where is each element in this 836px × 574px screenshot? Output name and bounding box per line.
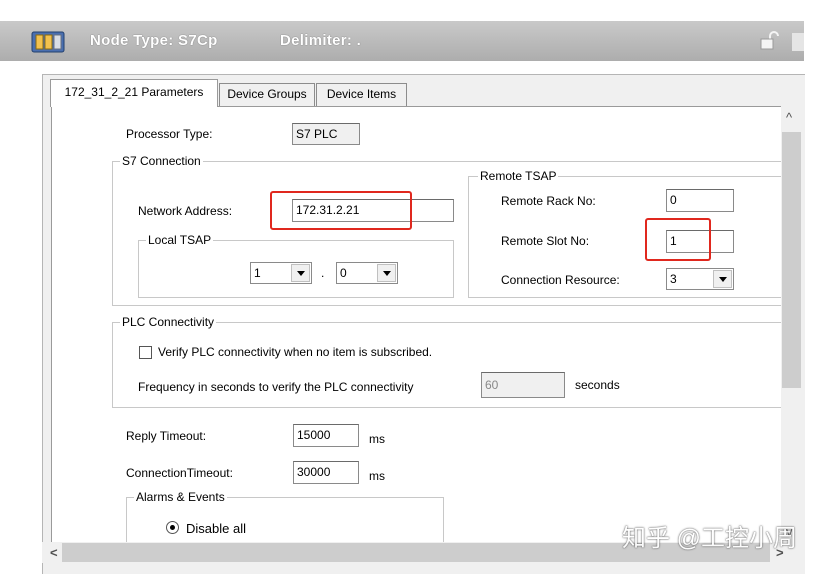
toolbar-icon[interactable] — [792, 33, 804, 51]
tab-device-items[interactable]: Device Items — [316, 83, 407, 106]
highlight-remote-slot — [645, 218, 711, 261]
connection-timeout-label: ConnectionTimeout: — [126, 466, 233, 480]
reply-timeout-unit: ms — [369, 432, 385, 446]
chevron-down-icon[interactable] — [713, 270, 732, 288]
connection-resource-value: 3 — [670, 272, 677, 286]
frequency-unit: seconds — [575, 378, 620, 392]
disable-all-radio[interactable] — [166, 521, 179, 534]
local-slot-select[interactable]: 0 — [336, 262, 398, 284]
scroll-up-icon[interactable]: ^ — [786, 110, 792, 125]
s7-connection-title: S7 Connection — [120, 154, 203, 168]
scroll-left-icon[interactable]: < — [50, 545, 58, 560]
local-rack-value: 1 — [254, 266, 261, 280]
watermark-text: 知乎 @工控小周 — [622, 525, 798, 552]
local-slot-value: 0 — [340, 266, 347, 280]
processor-type-label: Processor Type: — [126, 127, 213, 141]
connection-timeout-input[interactable]: 30000 — [293, 461, 359, 484]
chevron-down-icon[interactable] — [291, 264, 310, 282]
connection-resource-select[interactable]: 3 — [666, 268, 734, 290]
verify-connectivity-checkbox[interactable] — [139, 346, 152, 359]
highlight-network-address — [270, 191, 412, 230]
delimiter-title: Delimiter: . — [280, 32, 362, 49]
network-address-label: Network Address: — [138, 204, 233, 218]
plc-connectivity-title: PLC Connectivity — [120, 315, 217, 329]
chevron-down-icon[interactable] — [377, 264, 396, 282]
connection-timeout-unit: ms — [369, 469, 385, 483]
local-rack-select[interactable]: 1 — [250, 262, 312, 284]
frequency-label: Frequency in seconds to verify the PLC c… — [138, 380, 414, 394]
remote-slot-label: Remote Slot No: — [501, 234, 590, 248]
plc-connectivity-group — [112, 322, 784, 408]
lock-icon[interactable] — [759, 31, 779, 51]
tab-device-groups[interactable]: Device Groups — [219, 83, 315, 106]
frequency-input[interactable]: 60 — [481, 372, 565, 398]
remote-rack-input[interactable]: 0 — [666, 189, 734, 212]
local-tsap-title: Local TSAP — [146, 233, 214, 247]
connection-resource-label: Connection Resource: — [501, 273, 620, 287]
disable-all-label: Disable all — [186, 521, 246, 536]
tsap-separator: . — [321, 266, 325, 280]
remote-rack-label: Remote Rack No: — [501, 194, 596, 208]
tab-parameters[interactable]: 172_31_2_21 Parameters — [50, 79, 218, 107]
reply-timeout-input[interactable]: 15000 — [293, 424, 359, 447]
reply-timeout-label: Reply Timeout: — [126, 429, 207, 443]
vertical-scroll-thumb[interactable] — [782, 132, 801, 388]
remote-tsap-title: Remote TSAP — [478, 169, 559, 183]
node-type-title: Node Type: S7Cp — [90, 32, 218, 49]
plc-node-icon — [30, 28, 66, 54]
verify-connectivity-label: Verify PLC connectivity when no item is … — [158, 345, 433, 359]
processor-type-field: S7 PLC — [292, 123, 360, 145]
alarms-events-title: Alarms & Events — [134, 490, 227, 504]
